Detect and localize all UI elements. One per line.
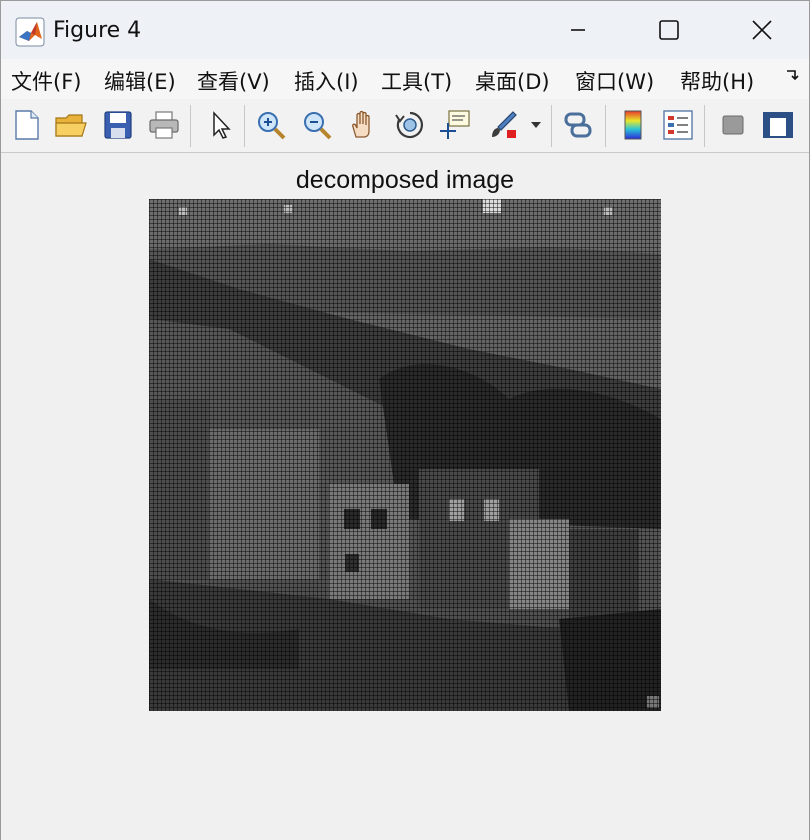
maximize-icon: [659, 20, 679, 40]
minimize-button[interactable]: [555, 9, 601, 51]
menu-file[interactable]: 文件(F): [11, 66, 81, 96]
menu-window[interactable]: 窗口(W): [575, 66, 654, 96]
save-icon[interactable]: [100, 107, 136, 143]
brush-dropdown-icon[interactable]: [525, 107, 547, 143]
decomposed-image[interactable]: [149, 199, 661, 711]
toolbar-separator: [605, 105, 606, 147]
toolbar-separator: [704, 105, 705, 147]
overflow-arrow-icon[interactable]: [785, 67, 801, 88]
hide-plot-tools-icon[interactable]: [715, 107, 751, 143]
menu-insert[interactable]: 插入(I): [294, 66, 359, 96]
colorbar-icon[interactable]: [615, 107, 651, 143]
menu-tools[interactable]: 工具(T): [381, 66, 452, 96]
menu-desktop[interactable]: 桌面(D): [475, 66, 550, 96]
toolbar-separator: [551, 105, 552, 147]
legend-icon[interactable]: [660, 107, 696, 143]
rotate-3d-icon[interactable]: [392, 107, 428, 143]
axes-title: decomposed image: [295, 166, 515, 194]
pan-hand-icon[interactable]: [345, 107, 381, 143]
matlab-logo-icon: [15, 17, 45, 47]
zoom-out-icon[interactable]: [299, 107, 335, 143]
minimize-icon: [571, 29, 585, 31]
brush-icon[interactable]: [485, 107, 521, 143]
zoom-in-icon[interactable]: [253, 107, 289, 143]
toolbar-separator: [190, 105, 191, 147]
show-plot-tools-icon[interactable]: [760, 107, 796, 143]
menu-edit[interactable]: 编辑(E): [104, 66, 176, 96]
toolbar-separator: [244, 105, 245, 147]
close-icon: [752, 20, 772, 40]
open-file-icon[interactable]: [53, 107, 89, 143]
decomposed-image-graphic: [149, 199, 661, 711]
figure-canvas: decomposed image: [1, 154, 809, 840]
link-plot-icon[interactable]: [560, 107, 596, 143]
close-button[interactable]: [739, 9, 785, 51]
print-icon[interactable]: [146, 107, 182, 143]
menu-help[interactable]: 帮助(H): [680, 66, 754, 96]
figure-toolbar: [1, 99, 809, 153]
window-title: Figure 4: [53, 18, 142, 43]
data-cursor-icon[interactable]: [437, 107, 473, 143]
figure-window: Figure 4 文件(F) 编辑(E) 查看(V) 插入(I) 工具(T) 桌…: [0, 0, 810, 840]
maximize-button[interactable]: [646, 9, 692, 51]
select-arrow-icon[interactable]: [203, 107, 239, 143]
menu-view[interactable]: 查看(V): [197, 66, 270, 96]
title-bar: Figure 4: [1, 1, 809, 59]
new-figure-icon[interactable]: [9, 107, 45, 143]
menu-bar: 文件(F) 编辑(E) 查看(V) 插入(I) 工具(T) 桌面(D) 窗口(W…: [1, 59, 809, 99]
